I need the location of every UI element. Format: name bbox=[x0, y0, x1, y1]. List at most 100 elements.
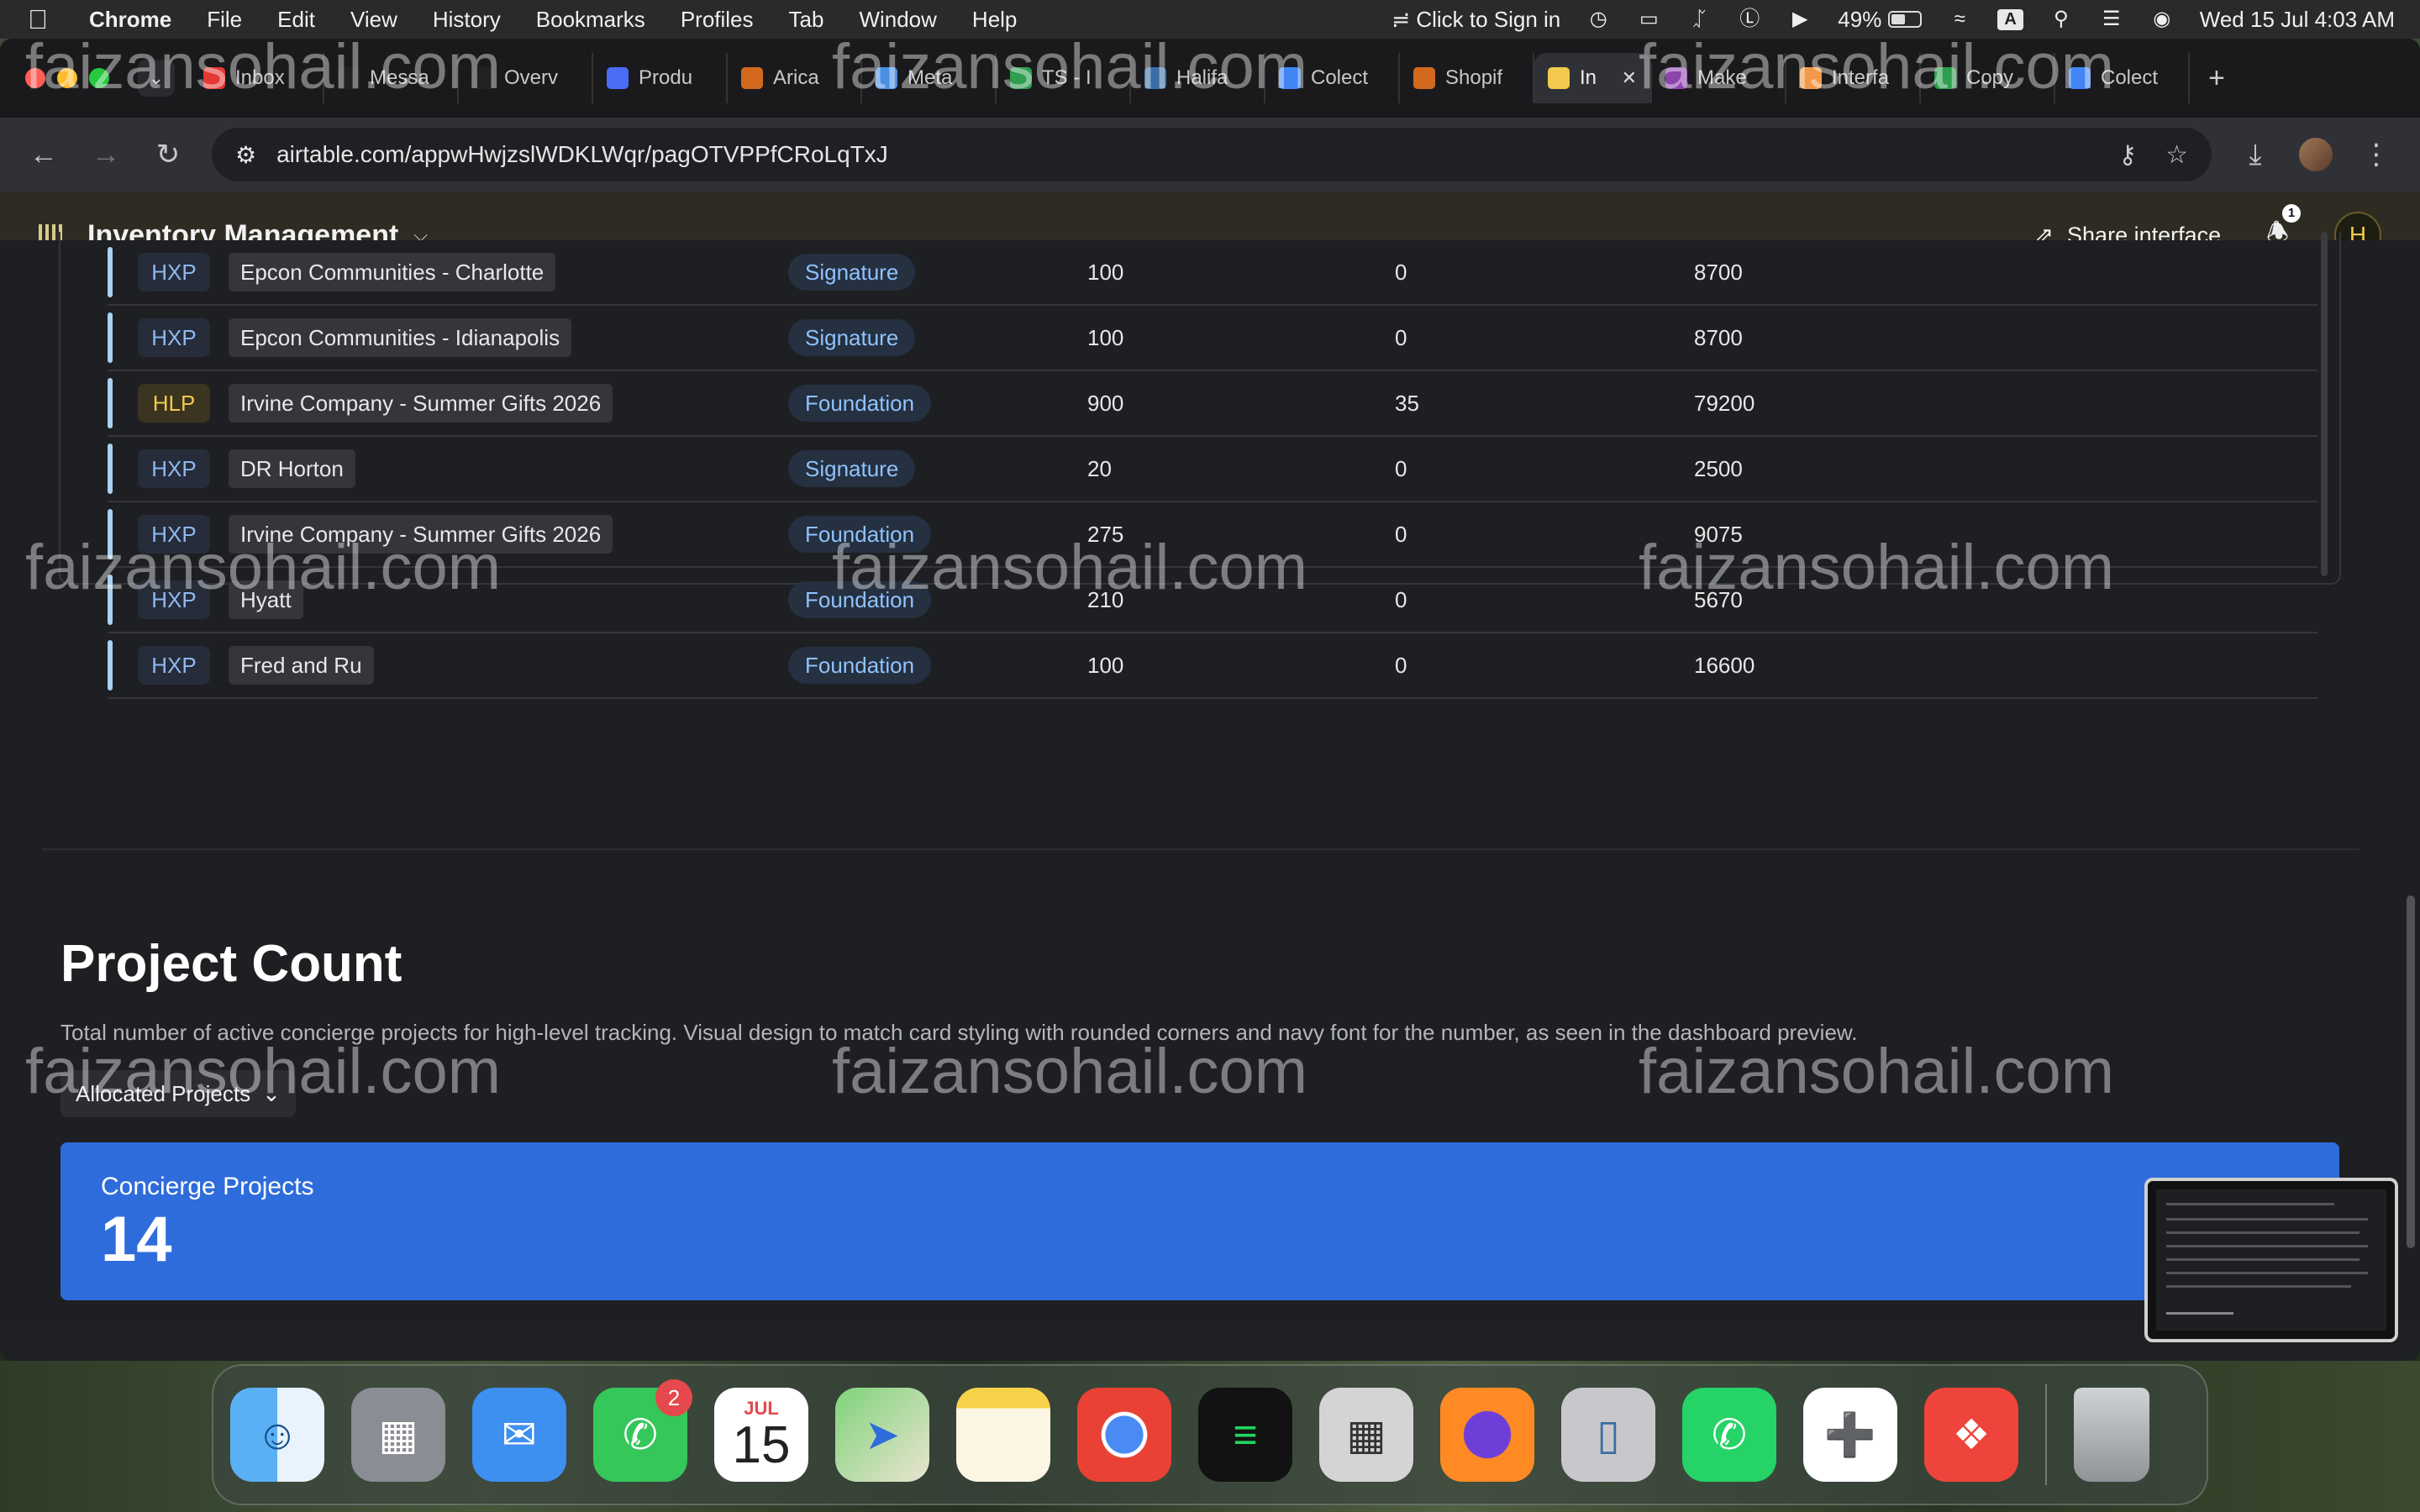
table-scrollbar[interactable] bbox=[2321, 232, 2328, 576]
browser-tab[interactable]: Interfa bbox=[1786, 53, 1921, 103]
launchpad-icon[interactable]: ▦ bbox=[351, 1388, 445, 1482]
more-menu-icon[interactable]: ⋮ bbox=[2358, 138, 2395, 171]
profile-avatar[interactable] bbox=[2299, 138, 2333, 171]
bluetooth-icon[interactable]: ᛢ bbox=[1686, 8, 1712, 30]
control-center-icon[interactable]: ☰ bbox=[2099, 8, 2124, 30]
maps-icon[interactable]: ➤ bbox=[835, 1388, 929, 1482]
reload-button[interactable]: ↻ bbox=[150, 138, 187, 171]
browser-tab[interactable]: Colect bbox=[2055, 53, 2190, 103]
whatsapp-icon[interactable]: ✆ bbox=[1682, 1388, 1776, 1482]
project-name-pill[interactable]: Fred and Ru bbox=[229, 646, 374, 685]
project-name-pill[interactable]: Irvine Company - Summer Gifts 2026 bbox=[229, 515, 613, 554]
close-window-button[interactable] bbox=[25, 68, 45, 88]
tab-favicon-icon bbox=[472, 67, 494, 89]
browser-tab[interactable]: Overv bbox=[459, 53, 593, 103]
menu-window[interactable]: Window bbox=[859, 7, 936, 33]
password-key-icon[interactable]: ⚷ bbox=[2118, 140, 2137, 170]
anydesk-icon[interactable]: ❖ bbox=[1924, 1388, 2018, 1482]
project-name-pill[interactable]: DR Horton bbox=[229, 449, 355, 488]
browser-tab[interactable]: Halifa bbox=[1131, 53, 1265, 103]
table-row[interactable]: HXP Fred and Ru Foundation 100 0 16600 bbox=[108, 633, 2317, 699]
project-name-pill[interactable]: Epcon Communities - Idianapolis bbox=[229, 318, 572, 357]
display-icon[interactable]: ▭ bbox=[1636, 8, 1661, 30]
row-accent-bar bbox=[108, 312, 113, 363]
wifi-icon[interactable]: ≈ bbox=[1947, 8, 1972, 30]
allocated-projects-filter[interactable]: Allocated Projects ⌄ bbox=[60, 1070, 296, 1117]
menu-app-name[interactable]: Chrome bbox=[89, 7, 171, 33]
browser-tab[interactable]: Meta bbox=[862, 53, 997, 103]
minimize-window-button[interactable] bbox=[57, 68, 77, 88]
accessibility-icon[interactable]: Ⓛ bbox=[1737, 8, 1762, 30]
table-row[interactable]: HXP Hyatt Foundation 210 0 5670 bbox=[108, 568, 2317, 633]
table-row[interactable]: HXP Irvine Company - Summer Gifts 2026 Fou… bbox=[108, 502, 2317, 568]
project-name-pill[interactable]: Epcon Communities - Charlotte bbox=[229, 253, 556, 291]
table-row[interactable]: HLP Irvine Company - Summer Gifts 2026 Fou… bbox=[108, 371, 2317, 437]
browser-tab[interactable]: Arica bbox=[728, 53, 862, 103]
close-tab-icon[interactable]: ✕ bbox=[1622, 67, 1637, 89]
screenshot-thumbnail[interactable] bbox=[2144, 1178, 2398, 1342]
table-row[interactable]: HXP DR Horton Signature 20 0 2500 bbox=[108, 437, 2317, 502]
mail-icon[interactable]: ✉ bbox=[472, 1388, 566, 1482]
browser-tab[interactable]: TS - I bbox=[997, 53, 1131, 103]
new-tab-button[interactable]: + bbox=[2208, 62, 2225, 95]
browser-tab[interactable]: Shopif bbox=[1400, 53, 1534, 103]
project-name-pill[interactable]: Irvine Company - Summer Gifts 2026 bbox=[229, 384, 613, 423]
forward-button[interactable]: → bbox=[87, 139, 124, 171]
spotify-icon[interactable]: ≡ bbox=[1198, 1388, 1292, 1482]
calendar-icon[interactable]: JUL 15 bbox=[714, 1388, 808, 1482]
spotlight-search-icon[interactable]: ⚲ bbox=[2049, 8, 2074, 30]
url-text[interactable]: airtable.com/appwHwjzslWDKLWqr/pagOTVPPf… bbox=[276, 141, 888, 168]
browser-tab[interactable]: Messa bbox=[324, 53, 459, 103]
menu-clock[interactable]: Wed 15 Jul 4:03 AM bbox=[2200, 7, 2395, 33]
code-pill: HXP bbox=[138, 515, 210, 554]
browser-tab[interactable]: Colect bbox=[1265, 53, 1400, 103]
zoom-window-button[interactable] bbox=[89, 68, 109, 88]
menu-file[interactable]: File bbox=[207, 7, 242, 33]
code-pill: HXP bbox=[138, 318, 210, 357]
menu-help[interactable]: Help bbox=[972, 7, 1017, 33]
iphone-mirroring-icon[interactable]: ▯ bbox=[1561, 1388, 1655, 1482]
messages-icon[interactable]: ✆ 2 bbox=[593, 1379, 692, 1482]
time-machine-icon[interactable]: ◷ bbox=[1586, 8, 1611, 30]
calculator-icon[interactable]: ▦ bbox=[1319, 1388, 1413, 1482]
browser-tab[interactable]: Make bbox=[1652, 53, 1786, 103]
menu-profiles[interactable]: Profiles bbox=[681, 7, 754, 33]
tab-search-chevron-icon[interactable]: ⌄ bbox=[138, 60, 175, 97]
project-name-pill[interactable]: Hyatt bbox=[229, 580, 303, 619]
total-cell: 9075 bbox=[1694, 521, 1743, 547]
menu-history[interactable]: History bbox=[433, 7, 501, 33]
trash-icon[interactable] bbox=[2074, 1388, 2149, 1482]
tab-title: Copy bbox=[1966, 66, 2014, 89]
firefox-icon[interactable] bbox=[1440, 1388, 1534, 1482]
tab-title: Halifa bbox=[1176, 66, 1228, 89]
sign-in-status[interactable]: ≓ Click to Sign in bbox=[1392, 7, 1560, 33]
site-info-icon[interactable]: ⚙ bbox=[235, 141, 256, 169]
apple-menu-icon[interactable]:  bbox=[25, 4, 50, 35]
browser-tab[interactable]: Copy bbox=[1921, 53, 2055, 103]
browser-tab[interactable]: In ✕ bbox=[1534, 53, 1652, 103]
menu-tab[interactable]: Tab bbox=[789, 7, 824, 33]
chrome-icon[interactable] bbox=[1077, 1388, 1171, 1482]
quantity-cell: 100 bbox=[1087, 652, 1124, 678]
tab-strip: ⌄ Inbox Messa Overv Produ Arica Meta TS - I Hal… bbox=[0, 39, 2420, 118]
menu-edit[interactable]: Edit bbox=[277, 7, 315, 33]
page-scrollbar[interactable] bbox=[2407, 895, 2415, 1248]
download-icon[interactable]: ⤓ bbox=[2237, 139, 2274, 171]
battery-status[interactable]: 49% bbox=[1838, 7, 1923, 33]
back-button[interactable]: ← bbox=[25, 139, 62, 171]
finder-icon[interactable]: ☺ bbox=[230, 1388, 324, 1482]
table-row[interactable]: HXP Epcon Communities - Charlotte Signatur… bbox=[108, 240, 2317, 306]
menu-view[interactable]: View bbox=[350, 7, 397, 33]
siri-icon[interactable]: ◉ bbox=[2149, 8, 2175, 30]
concierge-projects-card[interactable]: Concierge Projects 14 bbox=[60, 1142, 2339, 1300]
address-bar[interactable]: ⚙ airtable.com/appwHwjzslWDKLWqr/pagOTVP… bbox=[212, 128, 2212, 181]
play-icon[interactable]: ▶ bbox=[1787, 8, 1812, 30]
input-source-badge[interactable]: A bbox=[1997, 8, 2023, 30]
bookmark-star-icon[interactable]: ☆ bbox=[2165, 140, 2188, 170]
menu-bookmarks[interactable]: Bookmarks bbox=[536, 7, 645, 33]
table-row[interactable]: HXP Epcon Communities - Idianapolis Signat… bbox=[108, 306, 2317, 371]
notes-icon[interactable] bbox=[956, 1388, 1050, 1482]
browser-tab[interactable]: Inbox bbox=[190, 53, 324, 103]
browser-tab[interactable]: Produ bbox=[593, 53, 728, 103]
slack-icon[interactable]: ➕ bbox=[1803, 1388, 1897, 1482]
